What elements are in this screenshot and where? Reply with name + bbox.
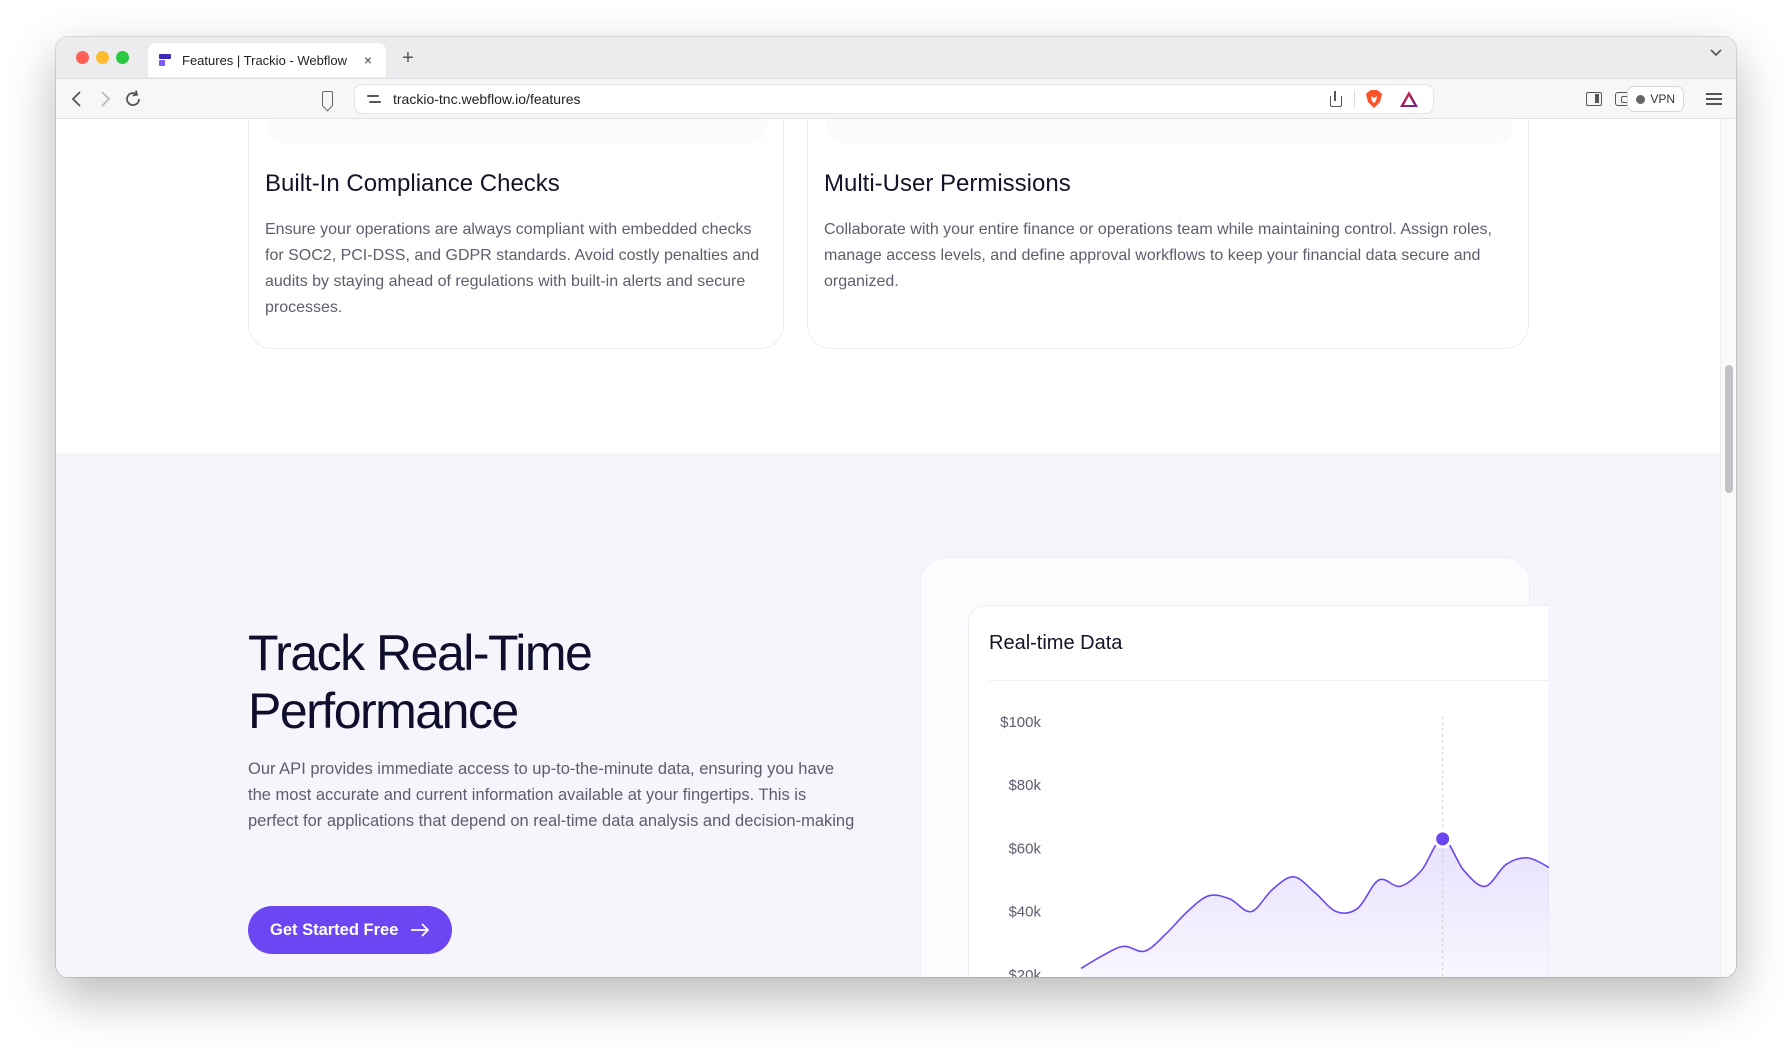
scrollbar-thumb[interactable] [1725, 365, 1733, 493]
dashboard-title: Real-time Data [989, 632, 1123, 654]
feature-title-compliance: Built-In Compliance Checks [265, 170, 560, 197]
address-bar[interactable]: trackio-tnc.webflow.io/features [354, 84, 1434, 114]
browser-toolbar: trackio-tnc.webflow.io/features VPN [56, 79, 1736, 119]
tab-strip: Features | Trackio - Webflow × + [56, 37, 1736, 79]
page-scrollbar[interactable] [1720, 119, 1736, 977]
minimize-window-button[interactable] [96, 51, 109, 64]
reload-icon[interactable] [122, 88, 144, 110]
vpn-button[interactable]: VPN [1627, 86, 1684, 112]
arrow-right-icon [411, 923, 430, 937]
highlight-point [1433, 829, 1453, 849]
page-viewport: Built-In Compliance Checks Ensure your o… [56, 119, 1736, 977]
share-icon[interactable] [1328, 91, 1344, 107]
realtime-section: Track Real-Time Performance Our API prov… [56, 453, 1720, 977]
url-bar-separator [1354, 90, 1355, 108]
browser-window: Features | Trackio - Webflow × + trackio… [56, 37, 1736, 977]
get-started-label: Get Started Free [270, 920, 399, 939]
bookmark-icon[interactable] [322, 91, 333, 106]
webflow-favicon-icon [158, 53, 172, 67]
realtime-heading: Track Real-Time Performance [248, 624, 808, 740]
menu-icon[interactable] [1706, 93, 1722, 105]
feature-title-permissions: Multi-User Permissions [824, 170, 1071, 197]
feature-card-image [267, 119, 767, 143]
realtime-heading-line1: Track Real-Time [248, 625, 593, 681]
vpn-status-icon [1636, 94, 1646, 104]
get-started-button[interactable]: Get Started Free [248, 906, 453, 954]
vpn-label: VPN [1650, 92, 1675, 106]
new-tab-button[interactable]: + [396, 47, 420, 69]
tab-list-chevron-icon[interactable] [1710, 49, 1722, 57]
url-text[interactable]: trackio-tnc.webflow.io/features [393, 91, 1328, 107]
maximize-window-button[interactable] [116, 51, 129, 64]
feature-card-image [826, 119, 1512, 143]
y-tick-label: $20k [1008, 967, 1041, 977]
back-arrow-icon[interactable] [66, 88, 88, 110]
y-tick-label: $100k [1000, 714, 1041, 731]
tab-title: Features | Trackio - Webflow [182, 52, 347, 68]
y-tick-label: $80k [1008, 777, 1041, 794]
brave-shields-icon[interactable] [1365, 89, 1383, 109]
brave-rewards-icon[interactable] [1399, 90, 1419, 108]
series-area [1081, 838, 1549, 977]
y-tick-label: $60k [1008, 840, 1041, 857]
realtime-description: Our API provides immediate access to up-… [248, 760, 855, 830]
realtime-chart: 0$20k$40k$60k$80k$100k [1000, 714, 1549, 977]
active-tab[interactable]: Features | Trackio - Webflow × [148, 43, 386, 77]
realtime-heading-line2: Performance [248, 683, 519, 739]
sidebar-toggle-icon[interactable] [1586, 92, 1602, 106]
feature-body-compliance: Ensure your operations are always compli… [265, 221, 760, 316]
y-tick-label: $40k [1008, 904, 1041, 921]
site-settings-icon[interactable] [367, 93, 381, 105]
tab-close-icon[interactable]: × [360, 52, 376, 68]
realtime-data-card: Real-time Data 0 $20k $40k $60k $80k $100k [968, 605, 1549, 977]
forward-arrow-icon[interactable] [94, 88, 116, 110]
dashboard-divider [989, 680, 1549, 681]
close-window-button[interactable] [76, 51, 89, 64]
feature-body-permissions: Collaborate with your entire finance or … [824, 221, 1492, 290]
